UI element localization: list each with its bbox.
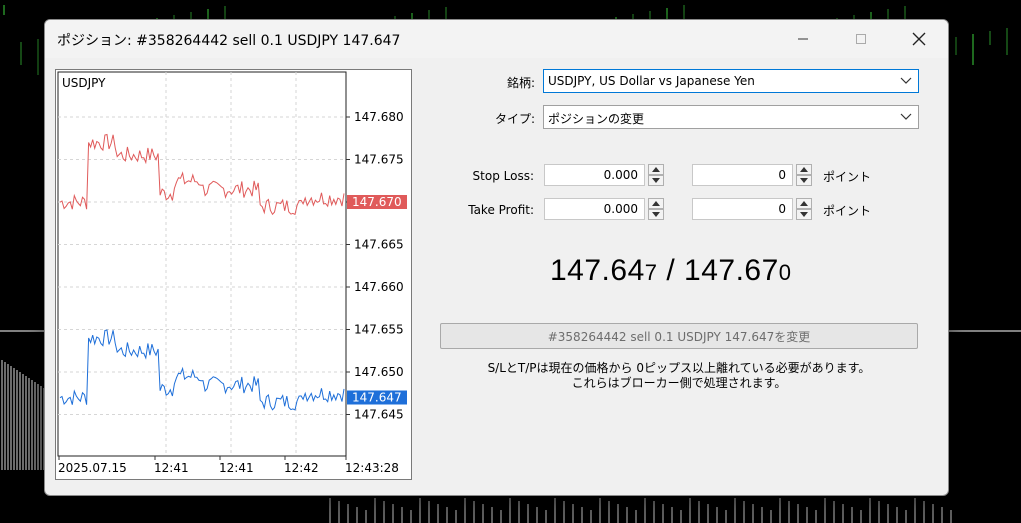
bid-price-tag-label: 147.647	[352, 391, 402, 405]
modify-position-button[interactable]: #358264442 sell 0.1 USDJPY 147.647を変更	[440, 323, 918, 349]
y-tick-label: 147.665	[354, 238, 404, 252]
take-profit-points-input[interactable]: 0	[692, 198, 793, 220]
take-profit-points-value: 0	[778, 202, 786, 216]
type-select[interactable]: ポジションの変更	[543, 105, 919, 129]
x-tick-label: 2025.07.15	[58, 461, 127, 475]
take-profit-points-unit: ポイント	[823, 204, 872, 218]
bid-price-main: 147.64	[550, 254, 645, 287]
tick-chart: 147.680 147.675 147.670 147.665 147.660 147.6…	[55, 69, 412, 480]
y-tick-label: 147.675	[354, 153, 404, 167]
close-button[interactable]	[896, 20, 942, 58]
spin-down-icon[interactable]	[648, 209, 664, 220]
y-tick-label: 147.680	[354, 110, 404, 124]
chevron-down-icon	[900, 113, 912, 120]
stop-loss-points-unit: ポイント	[823, 170, 872, 184]
symbol-select[interactable]: USDJPY, US Dollar vs Japanese Yen	[543, 69, 919, 93]
close-icon	[912, 32, 926, 46]
chevron-down-icon	[900, 77, 912, 84]
x-tick-label: 12:43:28	[345, 461, 399, 475]
bid-ask-price-display: 147.647 / 147.670	[550, 254, 792, 288]
stop-loss-input[interactable]: 0.000	[544, 164, 645, 186]
ask-price-main: 147.67	[684, 254, 779, 287]
x-tick-label: 12:42	[284, 461, 319, 475]
tick-chart-canvas: 147.680 147.675 147.670 147.665 147.660 147.6…	[57, 71, 407, 475]
bid-price-last-digit: 7	[644, 260, 658, 285]
type-select-value: ポジションの変更	[548, 112, 645, 126]
position-modify-dialog: ポジション: #358264442 sell 0.1 USDJPY 147.64…	[44, 19, 949, 496]
symbol-select-value: USDJPY, US Dollar vs Japanese Yen	[548, 74, 755, 88]
take-profit-input[interactable]: 0.000	[544, 198, 645, 220]
type-label: タイプ:	[494, 112, 535, 126]
dialog-title: ポジション: #358264442 sell 0.1 USDJPY 147.64…	[57, 33, 401, 49]
spin-up-icon[interactable]	[648, 198, 664, 209]
bid-series-line	[59, 329, 345, 411]
x-tick-label: 12:41	[219, 461, 254, 475]
stop-loss-label: Stop Loss:	[472, 169, 534, 183]
y-tick-label: 147.660	[354, 280, 404, 294]
ask-price-tag-label: 147.670	[352, 195, 402, 209]
take-profit-spinner[interactable]	[648, 198, 664, 220]
notice-line-2: これらはブローカー側で処理されます。	[571, 376, 787, 390]
spin-down-icon[interactable]	[796, 209, 812, 220]
title-bar[interactable]: ポジション: #358264442 sell 0.1 USDJPY 147.64…	[45, 20, 948, 58]
minimize-icon	[798, 38, 808, 40]
chart-symbol-label: USDJPY	[62, 76, 106, 90]
spin-up-icon[interactable]	[796, 164, 812, 175]
spin-down-icon[interactable]	[648, 175, 664, 186]
stop-loss-points-value: 0	[778, 168, 786, 182]
spin-down-icon[interactable]	[796, 175, 812, 186]
take-profit-points-spinner[interactable]	[796, 198, 812, 220]
x-tick-label: 12:41	[154, 461, 189, 475]
spin-up-icon[interactable]	[796, 198, 812, 209]
spin-up-icon[interactable]	[648, 164, 664, 175]
symbol-label: 銘柄:	[506, 76, 535, 90]
maximize-icon	[856, 34, 866, 44]
y-tick-label: 147.655	[354, 323, 404, 337]
stop-loss-points-spinner[interactable]	[796, 164, 812, 186]
stop-loss-value: 0.000	[603, 168, 638, 182]
stop-level-notice: S/LとT/Pは現在の価格から 0ピップス以上離れている必要があります。 これら…	[440, 361, 918, 391]
price-separator: /	[657, 254, 685, 287]
take-profit-value: 0.000	[603, 202, 638, 216]
y-tick-label: 147.650	[354, 365, 404, 379]
ask-price-last-digit: 0	[778, 260, 792, 285]
stop-loss-spinner[interactable]	[648, 164, 664, 186]
y-tick-label: 147.645	[354, 408, 404, 422]
notice-line-1: S/LとT/Pは現在の価格から 0ピップス以上離れている必要があります。	[487, 361, 871, 375]
stop-loss-points-input[interactable]: 0	[692, 164, 793, 186]
maximize-button[interactable]	[838, 20, 884, 58]
minimize-button[interactable]	[780, 20, 826, 58]
take-profit-label: Take Profit:	[468, 203, 534, 217]
